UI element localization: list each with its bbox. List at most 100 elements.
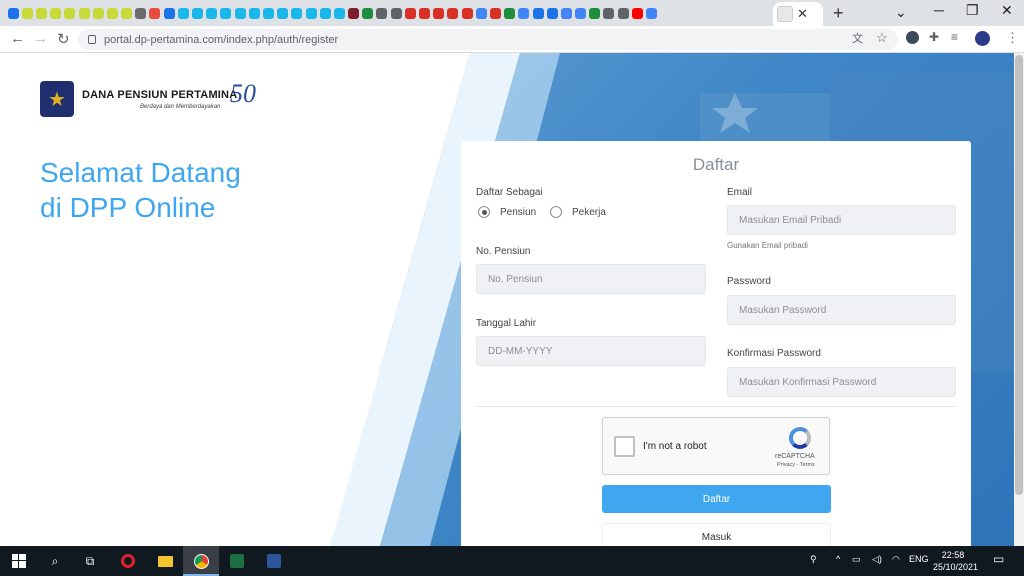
tab[interactable]: [233, 7, 247, 19]
volume-icon[interactable]: ◁): [872, 554, 882, 565]
tab[interactable]: [545, 7, 559, 19]
tab[interactable]: [574, 7, 588, 19]
password-input[interactable]: Masukan Password: [727, 295, 956, 325]
tab[interactable]: [49, 7, 63, 19]
recaptcha-checkbox[interactable]: [614, 436, 635, 457]
reading-list-icon[interactable]: ≡: [951, 30, 958, 44]
dob-input[interactable]: DD-MM-YYYY: [476, 336, 706, 366]
email-input[interactable]: Masukan Email Pribadi: [727, 205, 956, 235]
tab[interactable]: [134, 7, 148, 19]
tab[interactable]: [105, 7, 119, 19]
tab[interactable]: [91, 7, 105, 19]
tab[interactable]: [304, 7, 318, 19]
dpp-logo[interactable]: ★ DANA PENSIUN PERTAMINA Berdaya dan Mem…: [40, 79, 256, 117]
pension-number-input[interactable]: No. Pensiun: [476, 264, 706, 294]
scrollbar-thumb[interactable]: [1015, 55, 1023, 495]
forward-arrow-icon[interactable]: →: [33, 30, 48, 47]
tab-favicon-icon: [333, 7, 345, 19]
minimize-button[interactable]: ─: [934, 2, 944, 18]
tab[interactable]: [417, 7, 431, 19]
reload-icon[interactable]: ↻: [57, 30, 70, 48]
windows-start-icon[interactable]: [9, 551, 29, 571]
tab[interactable]: [503, 7, 517, 19]
excel-icon[interactable]: [227, 551, 247, 571]
recaptcha-privacy-terms[interactable]: Privacy - Terms: [777, 462, 815, 468]
translate-icon[interactable]: 文: [852, 30, 863, 46]
tab[interactable]: [332, 7, 346, 19]
tab-favicons[interactable]: [0, 7, 659, 19]
anniversary-50-logo: 50: [230, 79, 256, 108]
tab[interactable]: [205, 7, 219, 19]
tab[interactable]: [34, 7, 48, 19]
new-tab-button[interactable]: +: [833, 3, 844, 24]
tab[interactable]: [247, 7, 261, 19]
tab[interactable]: [290, 7, 304, 19]
opera-icon[interactable]: [118, 551, 138, 571]
tab[interactable]: [20, 7, 34, 19]
word-icon[interactable]: [264, 551, 284, 571]
language-indicator[interactable]: ENG: [909, 554, 929, 564]
tab[interactable]: [403, 7, 417, 19]
tab-favicon-icon: [50, 7, 62, 19]
radio-pekerja[interactable]: Pekerja: [550, 206, 606, 218]
tab-favicon-icon: [348, 7, 360, 19]
tab-search-chevron-icon[interactable]: ⌄: [895, 4, 907, 21]
people-icon[interactable]: ⚲: [810, 554, 817, 565]
battery-icon[interactable]: ▭: [852, 554, 861, 565]
bookmark-star-icon[interactable]: ☆: [876, 30, 888, 46]
tab-close-icon[interactable]: ✕: [797, 6, 808, 22]
tab[interactable]: [219, 7, 233, 19]
active-tab[interactable]: ✕: [773, 2, 823, 26]
tray-chevron-icon[interactable]: ^: [836, 554, 840, 564]
tab[interactable]: [162, 7, 176, 19]
close-window-button[interactable]: ✕: [1001, 2, 1013, 19]
wifi-icon[interactable]: ◠: [892, 554, 900, 565]
radio-pensiun[interactable]: Pensiun: [478, 206, 536, 218]
chrome-icon[interactable]: [191, 551, 211, 571]
tab[interactable]: [474, 7, 488, 19]
tab[interactable]: [176, 7, 190, 19]
tab[interactable]: [446, 7, 460, 19]
login-button[interactable]: Masuk: [602, 523, 831, 546]
tab[interactable]: [531, 7, 545, 19]
tab[interactable]: [63, 7, 77, 19]
tab[interactable]: [77, 7, 91, 19]
tab[interactable]: [361, 7, 375, 19]
tab[interactable]: [190, 7, 204, 19]
notification-icon[interactable]: ▭: [993, 552, 1004, 566]
tab[interactable]: [375, 7, 389, 19]
address-bar[interactable]: portal.dp-pertamina.com/index.php/auth/r…: [78, 29, 898, 50]
search-icon[interactable]: ⌕: [45, 551, 65, 571]
task-view-icon[interactable]: ⧉: [80, 551, 100, 571]
tab[interactable]: [347, 7, 361, 19]
tab[interactable]: [602, 7, 616, 19]
tab[interactable]: [517, 7, 531, 19]
file-explorer-icon[interactable]: [155, 551, 175, 571]
tab[interactable]: [616, 7, 630, 19]
back-arrow-icon[interactable]: ←: [10, 30, 25, 47]
tab[interactable]: [261, 7, 275, 19]
extensions-puzzle-icon[interactable]: ✚: [929, 30, 939, 44]
tab[interactable]: [559, 7, 573, 19]
tab[interactable]: [318, 7, 332, 19]
confirm-password-input[interactable]: Masukan Konfirmasi Password: [727, 367, 956, 397]
tab[interactable]: [630, 7, 644, 19]
menu-dots-icon[interactable]: ⋮: [1006, 30, 1019, 46]
tab[interactable]: [460, 7, 474, 19]
tab[interactable]: [148, 7, 162, 19]
tab[interactable]: [276, 7, 290, 19]
tab[interactable]: [644, 7, 658, 19]
tab[interactable]: [432, 7, 446, 19]
taskbar-clock[interactable]: 22:58 25/10/2021: [933, 549, 978, 573]
maximize-button[interactable]: ❐: [966, 2, 979, 19]
profile-avatar[interactable]: [975, 31, 990, 46]
page-scrollbar[interactable]: [1014, 53, 1024, 546]
tab[interactable]: [488, 7, 502, 19]
tab[interactable]: [120, 7, 134, 19]
tab[interactable]: [588, 7, 602, 19]
extension-icon[interactable]: [906, 31, 919, 44]
tab-favicon-icon: [305, 7, 317, 19]
tab[interactable]: [6, 7, 20, 19]
tab[interactable]: [389, 7, 403, 19]
register-submit-button[interactable]: Daftar: [602, 485, 831, 513]
